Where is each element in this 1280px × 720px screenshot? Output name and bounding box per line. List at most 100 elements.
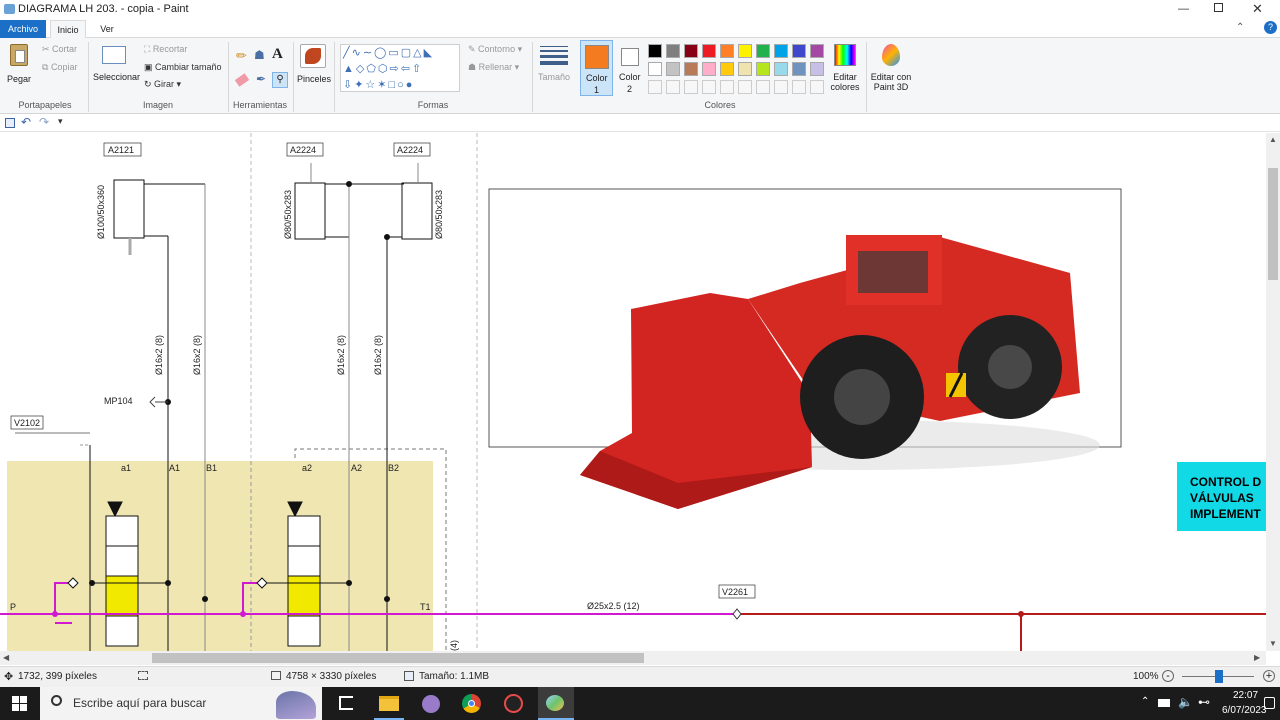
palette-empty-swatch[interactable]	[774, 80, 788, 94]
palette-swatch[interactable]	[792, 44, 806, 58]
resize-button[interactable]: ▣ Cambiar tamaño	[144, 62, 222, 73]
wifi-icon[interactable]: ⊷	[1198, 695, 1210, 709]
drawing-canvas[interactable]: A2121 A2224 A2224 V2102 V2261 Ø100/50x36…	[0, 133, 1266, 651]
close-icon[interactable]: ✕	[1252, 1, 1263, 17]
cut-button[interactable]: ✂ Cortar	[42, 44, 77, 55]
minimize-icon[interactable]: —	[1178, 3, 1189, 15]
scroll-right-icon[interactable]: ▶	[1254, 653, 1260, 662]
palette-swatch[interactable]	[648, 62, 662, 76]
maximize-icon[interactable]	[1214, 3, 1223, 12]
palette-swatch[interactable]	[720, 62, 734, 76]
palette-swatch[interactable]	[774, 44, 788, 58]
text-icon[interactable]: A	[272, 46, 283, 63]
color-picker-icon[interactable]: ✒	[256, 72, 266, 86]
palette-empty-swatch[interactable]	[810, 80, 824, 94]
battery-icon[interactable]	[1158, 699, 1170, 707]
scroll-down-icon[interactable]: ▼	[1269, 639, 1277, 648]
eraser-icon[interactable]	[234, 73, 250, 87]
palette-swatch[interactable]	[774, 62, 788, 76]
palette-empty-swatch[interactable]	[666, 80, 680, 94]
tab-inicio[interactable]: Inicio	[50, 20, 86, 38]
cursor-position-icon: ✥	[4, 671, 14, 683]
fill-bucket-icon[interactable]: ☗	[254, 48, 265, 62]
rotate-button[interactable]: ↻ Girar ▾	[144, 79, 181, 90]
zoom-slider-thumb[interactable]	[1215, 670, 1223, 683]
palette-swatch[interactable]	[738, 62, 752, 76]
palette-swatch[interactable]	[810, 62, 824, 76]
tab-archivo[interactable]: Archivo	[0, 20, 46, 38]
status-bar: ✥ 1732, 399 píxeles 4758 × 3330 píxeles …	[0, 666, 1280, 687]
pencil-icon[interactable]: ✏	[236, 48, 247, 64]
scroll-up-icon[interactable]: ▲	[1269, 135, 1277, 144]
palette-swatch[interactable]	[702, 44, 716, 58]
brushes-button[interactable]: Pinceles	[296, 42, 331, 96]
palette-swatch[interactable]	[702, 62, 716, 76]
windows-start-icon[interactable]	[12, 696, 27, 711]
quick-access-toolbar: ↶ ↷ ▾	[0, 115, 1280, 132]
color2-button[interactable]: Color 2	[616, 40, 646, 96]
snip-tool-icon[interactable]	[422, 695, 440, 713]
size-button[interactable]: Tamaño	[536, 44, 574, 96]
ribbon: Pegar ✂ Cortar ⧉ Copiar Portapapeles Sel…	[0, 38, 1280, 114]
taskbar-search-box[interactable]: Escribe aquí para buscar	[40, 687, 322, 720]
zoom-out-icon[interactable]: -	[1162, 670, 1174, 682]
vertical-scroll-thumb[interactable]	[1268, 168, 1278, 280]
edit-colors-button[interactable]: Editar colores	[828, 42, 862, 98]
palette-swatch[interactable]	[792, 62, 806, 76]
clock-date[interactable]: 6/07/2023	[1222, 705, 1267, 716]
magnifier-icon[interactable]: ⚲	[272, 72, 288, 88]
recorder-icon[interactable]	[504, 694, 523, 713]
volume-icon[interactable]: 🔈	[1178, 695, 1193, 709]
help-icon[interactable]: ?	[1264, 21, 1277, 34]
shapes-gallery[interactable]: ╱∿∼◯▭▢△◣ ▲◇⬠⬡⇨⇦⇧ ⇩✦☆✶□○●	[340, 44, 460, 92]
tab-ver[interactable]: Ver	[90, 20, 124, 38]
horizontal-scroll-thumb[interactable]	[152, 653, 644, 663]
palette-empty-swatch[interactable]	[702, 80, 716, 94]
palette-empty-swatch[interactable]	[684, 80, 698, 94]
a2224-right-label: A2224	[397, 145, 423, 155]
palette-empty-swatch[interactable]	[738, 80, 752, 94]
paste-button[interactable]: Pegar	[6, 42, 34, 92]
notification-icon[interactable]	[1264, 697, 1275, 709]
clock-time[interactable]: 22:07	[1233, 690, 1258, 701]
palette-empty-swatch[interactable]	[648, 80, 662, 94]
palette-empty-swatch[interactable]	[720, 80, 734, 94]
color1-button[interactable]: Color 1	[580, 40, 613, 96]
palette-swatch[interactable]	[684, 44, 698, 58]
edit-colors-line1: Editar	[833, 72, 857, 82]
palette-swatch[interactable]	[756, 62, 770, 76]
tray-chevron-icon[interactable]: ⌃	[1141, 696, 1149, 707]
paint3d-button[interactable]: Editar con Paint 3D	[868, 42, 914, 98]
palette-empty-swatch[interactable]	[756, 80, 770, 94]
return-line	[741, 613, 1266, 651]
save-icon[interactable]	[5, 118, 15, 128]
palette-swatch[interactable]	[756, 44, 770, 58]
palette-swatch[interactable]	[810, 44, 824, 58]
task-view-icon[interactable]	[339, 696, 353, 710]
select-button[interactable]: Seleccionar	[92, 44, 140, 94]
outline-button[interactable]: ✎ Contorno ▾	[468, 44, 522, 55]
palette-empty-swatch[interactable]	[792, 80, 806, 94]
crop-button[interactable]: ⛶ Recortar	[144, 44, 187, 55]
palette-swatch[interactable]	[666, 44, 680, 58]
customize-toolbar-icon[interactable]: ▾	[58, 116, 63, 127]
vertical-scrollbar[interactable]: ▲ ▼	[1266, 133, 1280, 651]
palette-swatch[interactable]	[684, 62, 698, 76]
redo-icon[interactable]: ↷	[39, 115, 49, 129]
palette-swatch[interactable]	[738, 44, 752, 58]
minimize-ribbon-icon[interactable]: ⌃	[1236, 22, 1244, 33]
palette-swatch[interactable]	[648, 44, 662, 58]
palette-swatch[interactable]	[720, 44, 734, 58]
zoom-in-icon[interactable]: +	[1263, 670, 1275, 682]
copy-button[interactable]: ⧉ Copiar	[42, 62, 77, 73]
clipboard-group-label: Portapapeles	[18, 100, 72, 110]
paint3d-icon	[882, 44, 900, 66]
palette-swatch[interactable]	[666, 62, 680, 76]
file-explorer-icon[interactable]	[379, 696, 399, 711]
resize-label: Cambiar tamaño	[155, 62, 222, 72]
undo-icon[interactable]: ↶	[21, 115, 31, 129]
fill-button[interactable]: ☗ Rellenar ▾	[468, 62, 519, 73]
scroll-left-icon[interactable]: ◀	[3, 653, 9, 662]
outline-label: Contorno	[478, 44, 516, 54]
horizontal-scrollbar[interactable]: ◀ ▶	[0, 651, 1266, 665]
